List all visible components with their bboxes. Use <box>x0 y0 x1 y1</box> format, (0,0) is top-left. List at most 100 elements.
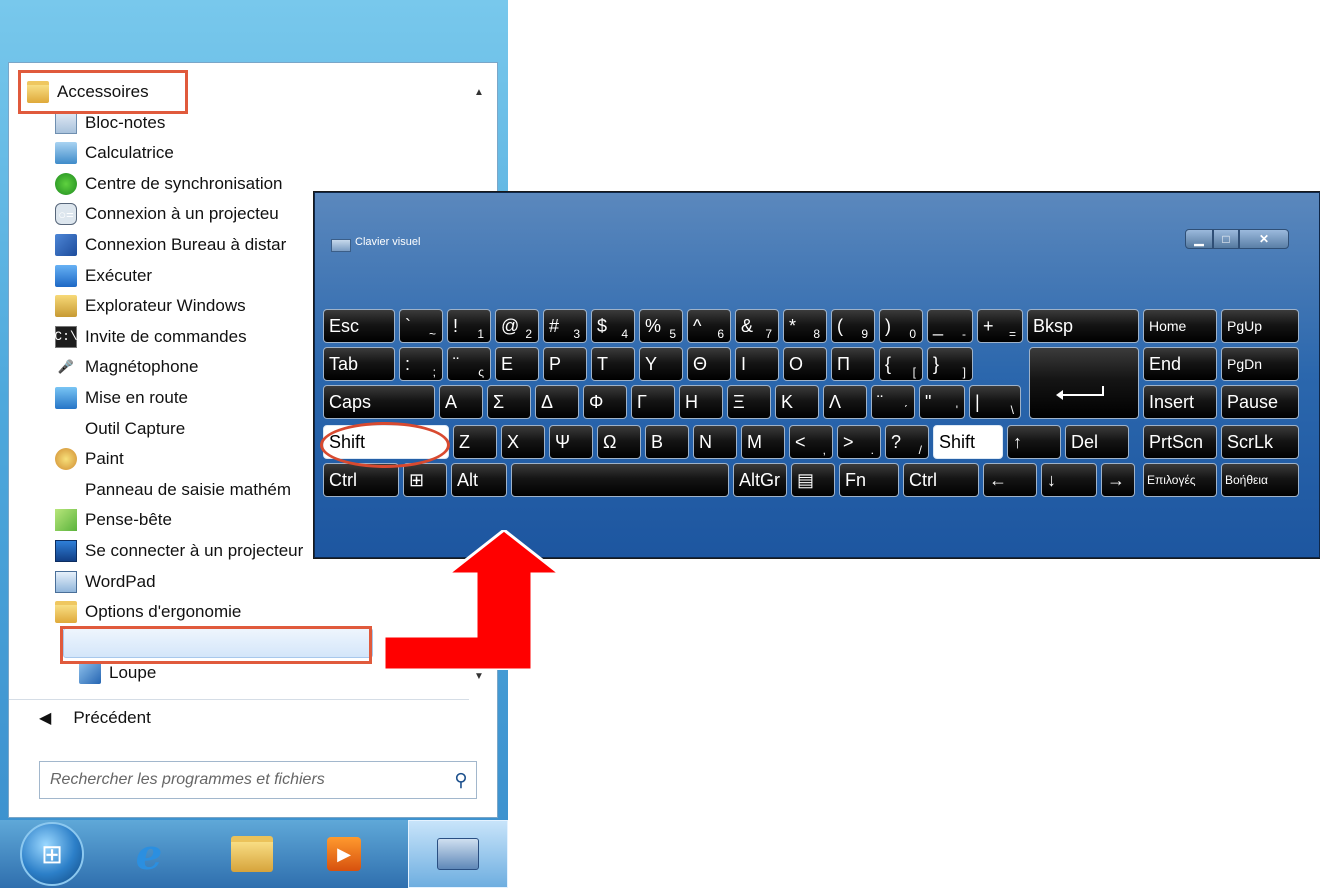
start-button[interactable]: ⊞ <box>20 822 84 886</box>
keyboard-key[interactable]: AltGr <box>733 463 787 497</box>
keyboard-key[interactable]: #3 <box>543 309 587 343</box>
search-icon[interactable]: ⚲ <box>446 770 476 791</box>
keyboard-key[interactable]: Alt <box>451 463 507 497</box>
keyboard-key[interactable]: ^ 6 <box>687 309 731 343</box>
keyboard-key[interactable]: Η <box>679 385 723 419</box>
keyboard-key[interactable]: :; <box>399 347 443 381</box>
enter-key[interactable] <box>1029 347 1139 419</box>
back-button[interactable]: ◀ Précédent <box>9 699 469 736</box>
keyboard-key[interactable]: Ε <box>495 347 539 381</box>
keyboard-key[interactable]: Επιλογές <box>1143 463 1217 497</box>
keyboard-key[interactable]: ▤ <box>791 463 835 497</box>
internet-explorer-icon[interactable]: e <box>125 830 173 879</box>
keyboard-key[interactable] <box>511 463 729 497</box>
program-item[interactable]: ✂ Outil Capture <box>55 414 186 444</box>
program-item[interactable]: Se connecter à un projecteur <box>55 536 303 566</box>
keyboard-key[interactable]: Γ <box>631 385 675 419</box>
keyboard-key[interactable]: Α <box>439 385 483 419</box>
keyboard-key[interactable]: " ' <box>919 385 965 419</box>
program-item[interactable]: Centre de synchronisation <box>55 169 283 199</box>
keyboard-key[interactable]: Del <box>1065 425 1129 459</box>
keyboard-key[interactable]: Shift <box>933 425 1003 459</box>
keyboard-key[interactable]: ScrLk <box>1221 425 1299 459</box>
program-item[interactable]: Explorateur Windows <box>55 291 246 321</box>
program-item[interactable]: 🎤 Magnétophone <box>55 352 199 382</box>
keyboard-key[interactable]: Κ <box>775 385 819 419</box>
keyboard-key[interactable]: & 7 <box>735 309 779 343</box>
program-item[interactable]: Options d'ergonomie <box>55 597 241 627</box>
keyboard-key[interactable]: Φ <box>583 385 627 419</box>
keyboard-key[interactable]: @2 <box>495 309 539 343</box>
keyboard-key[interactable]: Ρ <box>543 347 587 381</box>
keyboard-key[interactable]: Σ <box>487 385 531 419</box>
keyboard-key[interactable]: Λ <box>823 385 867 419</box>
keyboard-key[interactable]: ? / <box>885 425 929 459</box>
keyboard-key[interactable]: Caps <box>323 385 435 419</box>
scroll-down-arrow-icon[interactable]: ▼ <box>469 671 489 682</box>
program-item[interactable]: Pense-bête <box>55 505 172 535</box>
keyboard-key[interactable]: Β <box>645 425 689 459</box>
keyboard-key[interactable]: ! 1 <box>447 309 491 343</box>
program-item[interactable]: Exécuter <box>55 261 152 291</box>
keyboard-key[interactable]: _ - <box>927 309 973 343</box>
program-item[interactable]: Mise en route <box>55 383 188 413</box>
keyboard-key[interactable]: Ctrl <box>903 463 979 497</box>
keyboard-key[interactable]: Τ <box>591 347 635 381</box>
keyboard-key[interactable]: ` ~ <box>399 309 443 343</box>
keyboard-key[interactable]: Π <box>831 347 875 381</box>
keyboard-key[interactable]: Δ <box>535 385 579 419</box>
keyboard-key[interactable]: Ο <box>783 347 827 381</box>
keyboard-key[interactable]: PgDn <box>1221 347 1299 381</box>
keyboard-key[interactable]: Ω <box>597 425 641 459</box>
keyboard-key[interactable]: % 5 <box>639 309 683 343</box>
keyboard-key[interactable]: + = <box>977 309 1023 343</box>
keyboard-key[interactable]: ← <box>983 463 1037 497</box>
keyboard-key[interactable]: $4 <box>591 309 635 343</box>
keyboard-key[interactable]: Pause <box>1221 385 1299 419</box>
program-item[interactable]: ○= Connexion à un projecteu <box>55 199 279 229</box>
keyboard-key[interactable]: * 8 <box>783 309 827 343</box>
keyboard-key[interactable]: >. <box>837 425 881 459</box>
keyboard-key[interactable]: ) 0 <box>879 309 923 343</box>
keyboard-key[interactable]: Χ <box>501 425 545 459</box>
keyboard-key[interactable]: (9 <box>831 309 875 343</box>
keyboard-key[interactable]: Ctrl <box>323 463 399 497</box>
keyboard-key[interactable]: Esc <box>323 309 395 343</box>
search-box[interactable]: ⚲ <box>39 761 477 799</box>
program-item[interactable]: ✎ Panneau de saisie mathém <box>55 475 291 505</box>
keyboard-key[interactable]: → <box>1101 463 1135 497</box>
keyboard-key[interactable]: Ζ <box>453 425 497 459</box>
scroll-up-arrow-icon[interactable]: ▲ <box>469 87 489 98</box>
keyboard-key[interactable]: }] <box>927 347 973 381</box>
keyboard-key[interactable]: Βοήθεια <box>1221 463 1299 497</box>
program-item[interactable]: Calculatrice <box>55 138 174 168</box>
program-item[interactable]: C:\ Invite de commandes <box>54 322 247 352</box>
keyboard-key[interactable]: Fn <box>839 463 899 497</box>
keyboard-key[interactable]: Ι <box>735 347 779 381</box>
keyboard-key[interactable]: Ν <box>693 425 737 459</box>
keyboard-key[interactable]: Ξ <box>727 385 771 419</box>
keyboard-key[interactable]: Υ <box>639 347 683 381</box>
program-item[interactable]: WordPad <box>55 567 156 597</box>
keyboard-key[interactable]: Μ <box>741 425 785 459</box>
keyboard-key[interactable]: ⊞ <box>403 463 447 497</box>
keyboard-key[interactable]: PrtScn <box>1143 425 1217 459</box>
keyboard-key[interactable]: {[ <box>879 347 923 381</box>
keyboard-key[interactable]: ↑ <box>1007 425 1061 459</box>
search-input[interactable] <box>40 770 446 790</box>
keyboard-key[interactable]: End <box>1143 347 1217 381</box>
program-item[interactable]: Paint <box>55 444 124 474</box>
keyboard-key[interactable]: PgUp <box>1221 309 1299 343</box>
keyboard-key[interactable]: | \ <box>969 385 1021 419</box>
windows-explorer-taskbar-icon[interactable] <box>228 830 276 878</box>
keyboard-key[interactable]: Θ <box>687 347 731 381</box>
keyboard-key[interactable]: ¨ ς <box>447 347 491 381</box>
keyboard-key[interactable]: Ψ <box>549 425 593 459</box>
keyboard-key[interactable]: <, <box>789 425 833 459</box>
keyboard-key[interactable]: Home <box>1143 309 1217 343</box>
keyboard-key[interactable]: Tab <box>323 347 395 381</box>
keyboard-key[interactable]: ↓ <box>1041 463 1097 497</box>
media-player-icon[interactable]: ▶ <box>320 830 368 878</box>
keyboard-key[interactable]: ¨ ΄ <box>871 385 915 419</box>
on-screen-keyboard-taskbar-icon[interactable] <box>408 820 508 888</box>
